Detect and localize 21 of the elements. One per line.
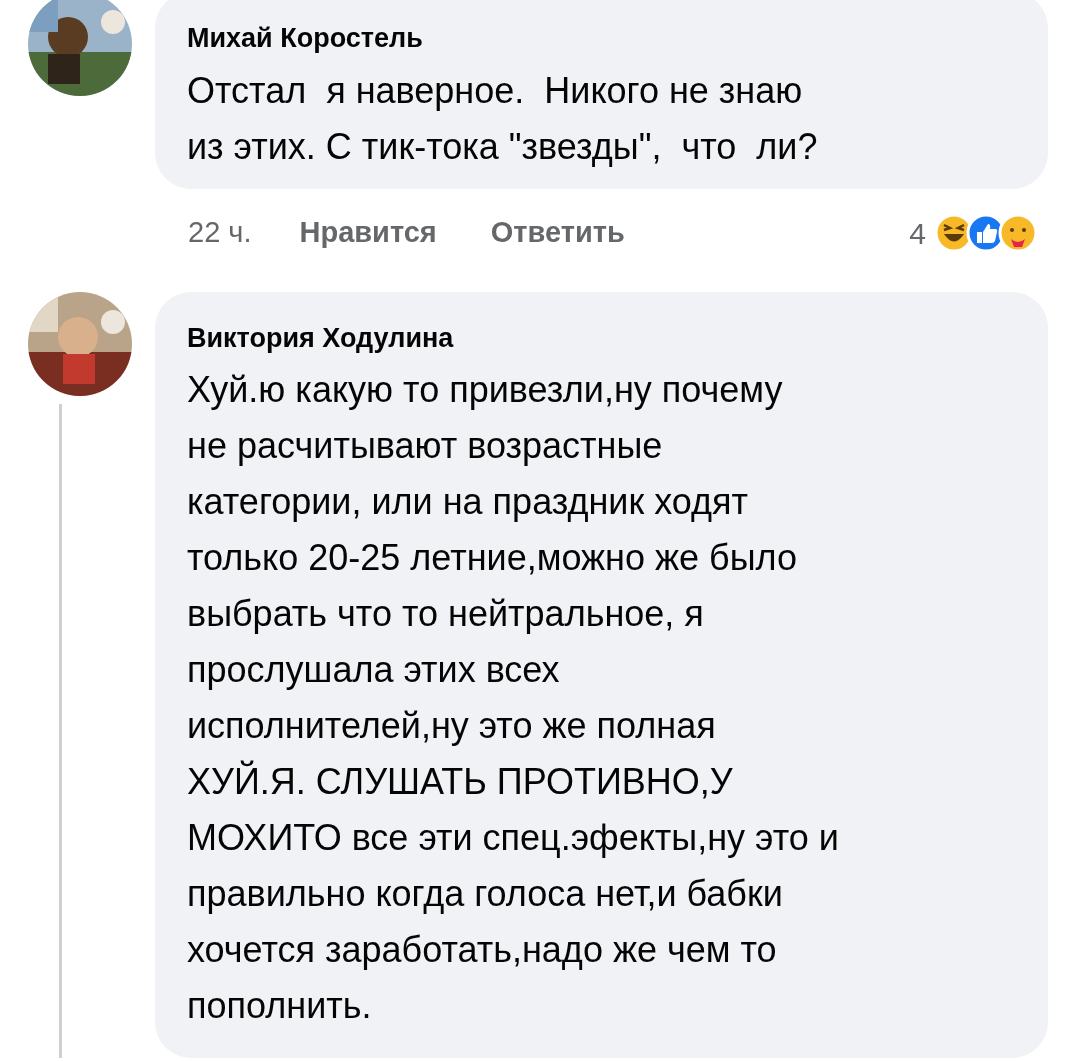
comment-text: исполнителей,ну это же полная bbox=[187, 704, 717, 748]
author-name[interactable]: Михай Коростель bbox=[187, 18, 1016, 59]
reply-link[interactable]: Ответить bbox=[490, 211, 625, 255]
comment-text: хочется заработать,надо же чем то bbox=[187, 928, 778, 972]
comment-text: выбрать что то нейтральное, я bbox=[187, 592, 705, 636]
comment-text: пополнить. bbox=[187, 984, 373, 1028]
like-link[interactable]: Нравится bbox=[299, 211, 437, 255]
comment-text: из этих. С тик-тока "звезды", что ли? bbox=[187, 124, 819, 169]
hugging-emoji-icon bbox=[998, 213, 1038, 253]
comment-text: МОХИТО все эти спец.эфекты,ну это и bbox=[187, 816, 840, 860]
comment-text: не расчитывают возрастные bbox=[187, 424, 664, 468]
comment-text: прослушала этих всех bbox=[187, 648, 561, 692]
timestamp[interactable]: 22 ч. bbox=[188, 211, 252, 255]
author-name[interactable]: Виктория Ходулина bbox=[187, 317, 1016, 358]
comment-text: категории, или на праздник ходят bbox=[187, 480, 750, 524]
comment-text: Хуй.ю какую то привезли,ну почему bbox=[187, 368, 784, 412]
comment-text: правильно когда голоса нет,и бабки bbox=[187, 872, 784, 916]
comment-text: Отстал я наверное. Никого не знаю bbox=[187, 68, 804, 113]
comment-text: только 20-25 летние,можно же было bbox=[187, 536, 799, 580]
reaction-count: 4 bbox=[909, 215, 926, 252]
comment-text: ХУЙ.Я. СЛУШАТЬ ПРОТИВНО,У bbox=[187, 759, 734, 804]
